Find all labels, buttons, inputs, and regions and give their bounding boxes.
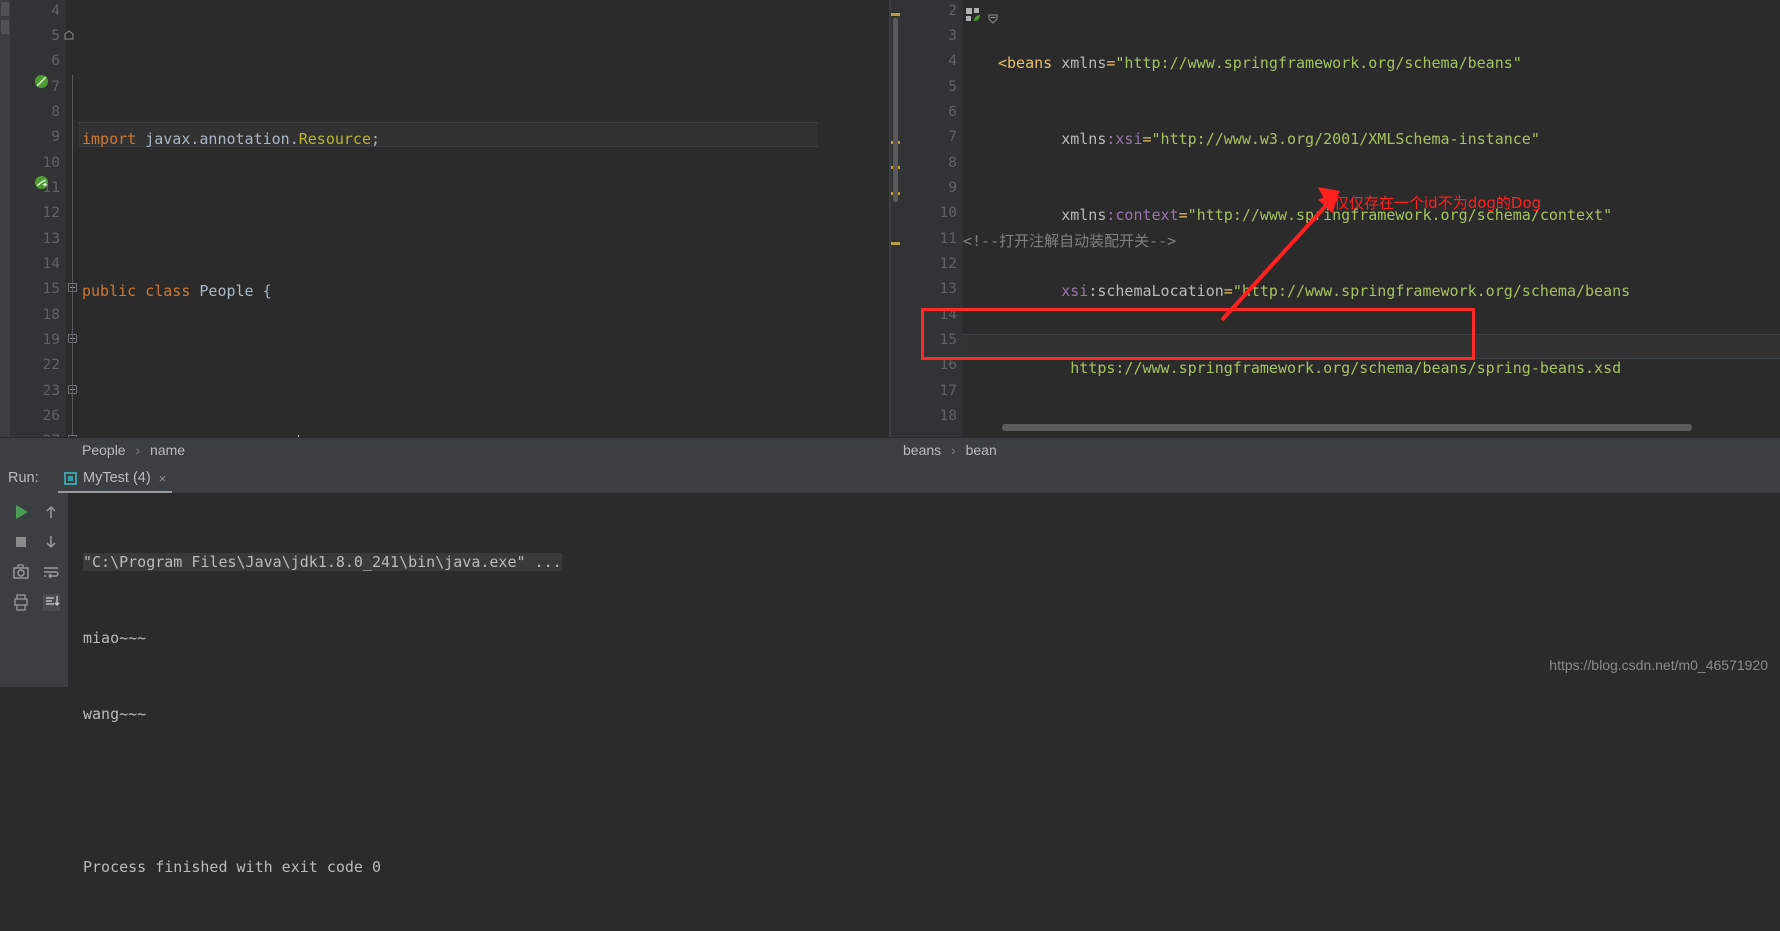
line-number: 8 xyxy=(51,104,60,120)
fold-region-import-icon[interactable] xyxy=(64,25,74,40)
line-number: 7 xyxy=(51,79,60,95)
line-number: 6 xyxy=(948,104,957,120)
run-console[interactable]: "C:\Program Files\Java\jdk1.8.0_241\bin\… xyxy=(0,493,1780,876)
xml-marker-strip[interactable] xyxy=(890,0,901,437)
run-tab-mytest[interactable]: MyTest (4) × xyxy=(58,465,173,493)
code-line: <beans xmlns="http://www.springframework… xyxy=(998,53,1522,72)
code-line: import javax.annotation.Resource; xyxy=(82,130,381,149)
scroll-down-button[interactable] xyxy=(40,531,62,553)
java-gutter[interactable]: 4 5 6 7 8 9 10 11 12 13 14 15 18 19 22 2… xyxy=(10,0,66,437)
run-configuration-icon xyxy=(64,471,77,485)
line-number: 12 xyxy=(42,205,60,221)
line-number: 2 xyxy=(948,3,957,19)
soft-wrap-button[interactable] xyxy=(40,561,62,583)
rerun-button[interactable] xyxy=(10,501,32,523)
run-tool-window-header: Run: MyTest (4) × xyxy=(0,464,1780,493)
spring-bean-leaf-icon[interactable] xyxy=(34,74,49,89)
spring-config-bean-icon[interactable] xyxy=(965,7,980,22)
breadcrumb-item[interactable]: beans xyxy=(903,442,941,458)
breadcrumb-left[interactable]: People › name xyxy=(82,442,185,458)
breadcrumb-separator: › xyxy=(951,442,956,458)
print-button[interactable] xyxy=(10,591,32,613)
line-number: 7 xyxy=(948,129,957,145)
stop-button[interactable] xyxy=(10,531,32,553)
line-number: 5 xyxy=(948,79,957,95)
console-line: Process finished with exit code 0 xyxy=(83,857,382,876)
line-number: 11 xyxy=(939,231,957,247)
spring-bean-navigate-icon[interactable] xyxy=(34,175,49,190)
left-window-stripe xyxy=(0,0,10,437)
line-number: 14 xyxy=(939,307,957,323)
run-label: Run: xyxy=(8,470,39,486)
watermark-text: https://blog.csdn.net/m0_46571920 xyxy=(1549,657,1768,673)
line-number: 27 xyxy=(43,429,60,437)
editor-split-divider[interactable] xyxy=(889,0,891,437)
console-line: wang~~~ xyxy=(83,705,147,724)
line-number: 26 xyxy=(42,408,60,424)
line-number: 5 xyxy=(51,28,60,44)
screenshot-button[interactable] xyxy=(10,561,32,583)
line-number: 9 xyxy=(51,129,60,145)
xml-comment-line-9[interactable]: <!--打开注解自动装配开关--> xyxy=(963,178,1176,305)
line-number: 10 xyxy=(939,205,957,221)
line-number: 14 xyxy=(42,256,60,272)
line-number: 18 xyxy=(939,408,957,424)
line-number: 22 xyxy=(42,357,60,373)
line-number: 10 xyxy=(42,155,60,171)
line-number: 16 xyxy=(939,357,957,373)
editor-split-area: 4 5 6 7 8 9 10 11 12 13 14 15 18 19 22 2… xyxy=(0,0,1780,437)
breadcrumb-item[interactable]: name xyxy=(150,442,185,458)
line-number: 9 xyxy=(948,180,957,196)
console-line: miao~~~ xyxy=(83,629,147,648)
line-number: 15 xyxy=(939,332,957,348)
close-icon[interactable]: × xyxy=(159,471,167,486)
xml-gutter[interactable]: 2 3 4 5 6 7 8 9 10 11 12 13 14 15 16 17 … xyxy=(901,0,963,437)
breadcrumb-right[interactable]: beans › bean xyxy=(903,442,997,458)
line-number: 8 xyxy=(948,155,957,171)
run-console-toolbar xyxy=(0,493,68,687)
breadcrumb-bar: People › name beans › bean xyxy=(0,437,1780,465)
console-output[interactable]: "C:\Program Files\Java\jdk1.8.0_241\bin\… xyxy=(83,499,562,931)
line-number: 3 xyxy=(948,28,957,44)
scroll-up-button[interactable] xyxy=(40,501,62,523)
line-number: 18 xyxy=(42,307,60,323)
line-number: 13 xyxy=(42,231,60,247)
breadcrumb-item[interactable]: People xyxy=(82,442,126,458)
line-number: 15 xyxy=(42,281,60,297)
code-line: public class People { xyxy=(82,282,272,301)
line-number: 13 xyxy=(939,281,957,297)
console-line: "C:\Program Files\Java\jdk1.8.0_241\bin\… xyxy=(83,550,562,575)
scroll-to-end-button[interactable] xyxy=(40,591,62,613)
code-line: https://www.springframework.org/schema/b… xyxy=(1070,358,1622,377)
java-editor-pane[interactable]: 4 5 6 7 8 9 10 11 12 13 14 15 18 19 22 2… xyxy=(0,0,890,437)
line-number: 12 xyxy=(939,256,957,272)
fold-rail xyxy=(72,75,73,435)
ide-window: 4 5 6 7 8 9 10 11 12 13 14 15 18 19 22 2… xyxy=(0,0,1780,876)
run-tool-window: Run: MyTest (4) × "C:\Program Files\Java… xyxy=(0,464,1780,876)
console-command-line: "C:\Program Files\Java\jdk1.8.0_241\bin\… xyxy=(83,552,562,571)
xml-editor-pane[interactable]: 2 3 4 5 6 7 8 9 10 11 12 13 14 15 16 17 … xyxy=(890,0,1780,437)
breadcrumb-separator: › xyxy=(135,442,141,458)
java-code-text[interactable]: import javax.annotation.Resource; public… xyxy=(82,0,606,437)
line-number: 4 xyxy=(948,53,957,69)
line-number: 19 xyxy=(42,332,60,348)
code-line: xmlns:xsi="http://www.w3.org/2001/XMLSch… xyxy=(1061,130,1540,149)
line-number: 4 xyxy=(51,3,60,19)
line-number: 6 xyxy=(51,53,60,69)
breadcrumb-item[interactable]: bean xyxy=(966,442,997,458)
fold-region-beans-icon[interactable] xyxy=(988,9,998,24)
line-number: 23 xyxy=(42,383,60,399)
run-tab-label: MyTest (4) xyxy=(83,470,151,486)
line-number: 17 xyxy=(939,383,957,399)
xml-scroll-thumb[interactable] xyxy=(893,18,898,202)
xml-horizontal-scrollbar[interactable] xyxy=(1002,424,1692,431)
